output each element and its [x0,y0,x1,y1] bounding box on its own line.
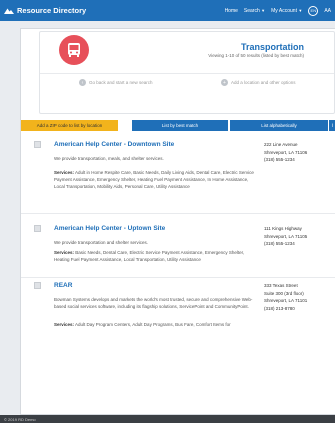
result-item: REAR Bowman Systems develops and markets… [21,279,335,349]
category-title: Transportation [240,42,304,52]
address-city: Shreveport, LA 71105 [264,233,308,239]
copyright-text: © 2019 RD Demo [4,416,36,422]
result-item: American Help Center - Downtown Site We … [21,138,335,221]
nav-search-menu[interactable]: Search ▼ [244,8,265,14]
services-list: Adult Day Program Centers, Adult Day Pro… [75,322,231,327]
nav-search-label: Search [243,7,260,14]
services-list: Adult in Home Respite Care, Basic Needs,… [54,170,254,189]
result-address: 333 Texas Street Suite 300 (3rd floor) S… [264,282,307,312]
result-title-link[interactable]: American Help Center - Downtown Site [54,141,174,148]
chevron-down-icon: ▼ [298,7,303,13]
top-nav-bar: Resource Directory Home Search ▼ My Acco… [0,0,335,21]
result-title-link[interactable]: American Help Center - Uptown Site [54,225,165,232]
back-to-search-link[interactable]: ‹ Go back and start a new search [79,79,153,86]
add-zip-button[interactable]: Add a ZIP code to list by location [21,120,118,131]
divider [40,73,334,74]
brand[interactable]: Resource Directory [4,6,86,15]
services-label: Services: [54,250,75,255]
nav-account-menu[interactable]: My Account ▼ [271,8,302,14]
sort-alphabetical-button[interactable]: List alphabetically [230,120,328,131]
services-label: Services: [54,322,75,327]
category-badge [59,35,89,65]
add-link-label: Add a location and other options [231,80,296,85]
address-city: Shreveport, LA 71106 [264,149,308,155]
address-phone: (318) 213-8780 [264,305,295,311]
sort-bar: Add a ZIP code to list by location List … [21,120,335,131]
result-services: Services: Basic Needs, Dental Care, Elec… [54,249,254,263]
address-suite: Suite 300 (3rd floor) [264,290,304,296]
result-description: Bowman Systems develops and markets the … [54,297,253,309]
mountain-logo-icon [4,8,14,14]
result-description: We provide transportation and shelter se… [54,240,148,245]
add-icon: + [221,79,228,86]
nav-home-link[interactable]: Home [225,8,238,14]
services-list: Basic Needs, Dental Care, Electric Servi… [54,250,245,262]
result-address: 111 Kings Highway Shreveport, LA 71105 (… [264,225,307,248]
back-arrow-icon: ‹ [79,79,86,86]
result-checkbox[interactable] [34,282,41,289]
divider [21,213,335,214]
result-checkbox[interactable] [34,141,41,148]
address-line: 222 Line Avenue [264,142,298,147]
address-line: 333 Texas Street [264,283,298,288]
app-title: Resource Directory [17,6,87,15]
result-description: We provide transportation, meals, and sh… [54,156,164,161]
search-summary: Transportation Viewing 1-10 of 50 result… [39,31,335,114]
info-icon[interactable]: i [329,120,335,131]
divider [21,277,335,278]
address-phone: (318) 555-1234 [264,241,295,246]
nav-menu: Home Search ▼ My Account ▼ EN AA [225,5,331,16]
address-line: 111 Kings Highway [264,226,302,231]
results-panel: Transportation Viewing 1-10 of 50 result… [20,28,335,415]
address-city: Shreveport, LA 71101 [264,298,308,303]
bus-icon [68,43,80,57]
result-services: Services: Adult Day Program Centers, Adu… [54,321,254,328]
services-label: Services: [54,170,75,175]
result-address: 222 Line Avenue Shreveport, LA 71106 (31… [264,141,307,164]
result-services: Services: Adult in Home Respite Care, Ba… [54,169,254,190]
back-link-label: Go back and start a new search [89,80,153,85]
text-size-label[interactable]: AA [324,8,331,14]
chevron-down-icon: ▼ [261,7,266,13]
nav-account-label: My Account [271,7,297,14]
sort-best-match-button[interactable]: List by best match [132,120,228,131]
add-location-link[interactable]: + Add a location and other options [221,79,296,86]
language-icon[interactable]: EN [308,5,319,16]
address-phone: (318) 555-1234 [264,157,295,162]
results-count: Viewing 1-10 of 50 results (listed by be… [208,53,304,58]
footer: © 2019 RD Demo [0,415,335,423]
result-checkbox[interactable] [34,225,41,232]
result-title-link[interactable]: REAR [54,282,72,289]
